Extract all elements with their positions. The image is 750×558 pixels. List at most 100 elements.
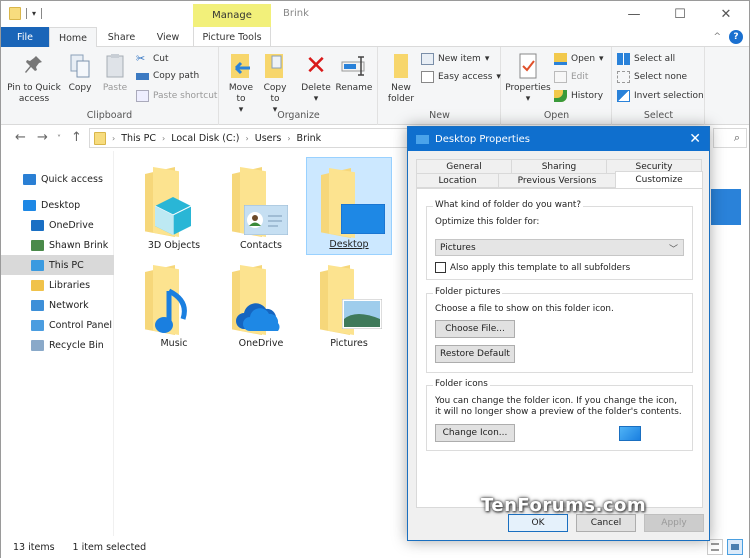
breadcrumb-users[interactable]: Users xyxy=(255,133,282,144)
tab-share[interactable]: Share xyxy=(99,27,144,47)
sidebar-item-libraries[interactable]: Libraries xyxy=(1,275,114,295)
recent-locations-icon[interactable]: ˅ xyxy=(57,134,61,143)
folder-icon xyxy=(9,7,21,20)
invert-selection-label: Invert selection xyxy=(634,91,704,101)
select-none-icon xyxy=(617,71,630,83)
customize-toolbar-icon[interactable]: ▾ xyxy=(32,9,36,18)
folder-item-onedrive[interactable]: OneDrive xyxy=(218,255,304,353)
back-arrow-icon[interactable]: ← xyxy=(15,130,26,145)
history-label: History xyxy=(571,91,604,101)
copy-icon xyxy=(66,51,94,81)
folder-label: Music xyxy=(160,338,188,349)
ok-button[interactable]: OK xyxy=(508,514,568,532)
tab-manage[interactable]: Manage xyxy=(193,4,271,27)
select-all-button[interactable]: Select all xyxy=(617,53,675,65)
group-label: Clipboard xyxy=(86,110,133,121)
sidebar-item-shawn-brink[interactable]: Shawn Brink xyxy=(1,235,114,255)
folder-item-contacts[interactable]: Contacts xyxy=(218,157,304,255)
optimize-dropdown[interactable]: Pictures ﹀ xyxy=(435,239,684,256)
history-button[interactable]: History xyxy=(554,90,603,102)
cut-button[interactable]: ✂ Cut xyxy=(136,53,169,65)
breadcrumb-brink[interactable]: Brink xyxy=(297,133,322,144)
copy-to-button[interactable]: Copy to ▾ xyxy=(260,51,290,116)
sidebar-item-this-pc[interactable]: This PC xyxy=(1,255,114,275)
collapse-ribbon-icon[interactable]: ^ xyxy=(713,32,721,42)
tab-file[interactable]: File xyxy=(1,27,49,47)
rename-button[interactable]: Rename xyxy=(334,51,374,94)
edit-icon xyxy=(554,71,567,83)
open-button[interactable]: Open ▾ xyxy=(554,53,604,65)
tab-view[interactable]: View xyxy=(144,27,192,47)
sidebar-item-control-panel[interactable]: Control Panel xyxy=(1,315,114,335)
paste-shortcut-button[interactable]: Paste shortcut xyxy=(136,90,217,102)
search-box[interactable]: ⌕ xyxy=(713,128,747,148)
move-to-button[interactable]: Move to ▾ xyxy=(226,51,256,116)
group-select: Select all Select none Invert selection … xyxy=(613,47,705,125)
up-arrow-icon[interactable]: ↑ xyxy=(71,130,82,145)
cancel-button[interactable]: Cancel xyxy=(576,514,636,532)
star-icon xyxy=(23,173,36,185)
new-folder-label: New folder xyxy=(387,83,415,104)
folder-item-desktop[interactable]: Desktop xyxy=(306,157,392,255)
folder-item-partial[interactable] xyxy=(711,189,741,225)
group-new: New folder New item ▾ Easy access ▾ New xyxy=(379,47,501,125)
large-icons-view-button[interactable] xyxy=(727,539,743,555)
tab-customize[interactable]: Customize xyxy=(615,171,703,188)
invert-selection-button[interactable]: Invert selection xyxy=(617,90,704,102)
apply-button[interactable]: Apply xyxy=(644,514,704,532)
help-icon[interactable]: ? xyxy=(729,30,743,44)
apply-subfolders-checkbox[interactable]: Also apply this template to all subfolde… xyxy=(435,262,630,273)
properties-button[interactable]: Properties ▾ xyxy=(504,51,552,105)
folder-item-music[interactable]: Music xyxy=(131,255,217,353)
copy-path-button[interactable]: Copy path xyxy=(136,71,199,81)
restore-default-button[interactable]: Restore Default xyxy=(435,345,515,363)
paste-button[interactable]: Paste xyxy=(99,51,131,94)
group-title: Folder pictures xyxy=(433,287,503,297)
sidebar-item-label: Recycle Bin xyxy=(49,339,104,351)
desktop-icon xyxy=(23,199,36,211)
select-none-button[interactable]: Select none xyxy=(617,71,687,83)
sidebar-item-recycle-bin[interactable]: Recycle Bin xyxy=(1,335,114,355)
folder-item-3d-objects[interactable]: 3D Objects xyxy=(131,157,217,255)
tab-home[interactable]: Home xyxy=(49,27,97,48)
new-folder-button[interactable]: New folder xyxy=(385,51,417,105)
properties-icon xyxy=(514,51,542,81)
tab-previous-versions[interactable]: Previous Versions xyxy=(498,173,616,188)
pin-to-quick-access-button[interactable]: Pin to Quick access xyxy=(5,51,63,105)
forward-arrow-icon[interactable]: → xyxy=(37,130,48,145)
tab-sharing[interactable]: Sharing xyxy=(511,159,607,174)
paste-label: Paste xyxy=(102,83,128,93)
dialog-close-button[interactable]: ✕ xyxy=(689,131,701,147)
checkbox[interactable] xyxy=(435,262,446,273)
delete-button[interactable]: ✕ Delete ▾ xyxy=(300,51,332,105)
rename-icon xyxy=(340,51,368,81)
choose-file-button[interactable]: Choose File... xyxy=(435,320,515,338)
new-item-icon xyxy=(421,53,434,65)
sidebar-item-quick-access[interactable]: Quick access xyxy=(1,169,114,189)
sidebar-item-network[interactable]: Network xyxy=(1,295,114,315)
minimize-button[interactable]: — xyxy=(611,1,657,27)
selection-count: 1 item selected xyxy=(72,541,147,553)
address-bar[interactable]: › This PC › Local Disk (C:) › Users › Br… xyxy=(89,128,409,148)
navigation-pane: Quick access Desktop OneDrive Shawn Brink Th… xyxy=(1,151,114,536)
select-all-icon xyxy=(617,53,630,65)
folder-item-pictures[interactable]: Pictures xyxy=(306,255,392,353)
sidebar-item-desktop[interactable]: Desktop xyxy=(1,195,114,215)
tab-general[interactable]: General xyxy=(416,159,512,174)
group-label: Open xyxy=(543,110,570,121)
details-view-button[interactable] xyxy=(707,539,723,555)
sidebar-item-onedrive[interactable]: OneDrive xyxy=(1,215,114,235)
edit-button[interactable]: Edit xyxy=(554,71,588,83)
close-button[interactable]: ✕ xyxy=(703,1,749,27)
maximize-button[interactable]: ☐ xyxy=(657,1,703,27)
edit-label: Edit xyxy=(571,72,589,82)
easy-access-button[interactable]: Easy access ▾ xyxy=(421,71,501,83)
breadcrumb-this-pc[interactable]: This PC xyxy=(121,133,156,144)
dropdown-arrow-icon: ▾ xyxy=(484,54,490,64)
tab-location[interactable]: Location xyxy=(416,173,499,188)
tab-picture-tools[interactable]: Picture Tools xyxy=(193,27,271,47)
copy-button[interactable]: Copy xyxy=(65,51,95,94)
change-icon-button[interactable]: Change Icon... xyxy=(435,424,515,442)
new-item-button[interactable]: New item ▾ xyxy=(421,53,489,65)
breadcrumb-local-disk[interactable]: Local Disk (C:) xyxy=(171,133,239,144)
